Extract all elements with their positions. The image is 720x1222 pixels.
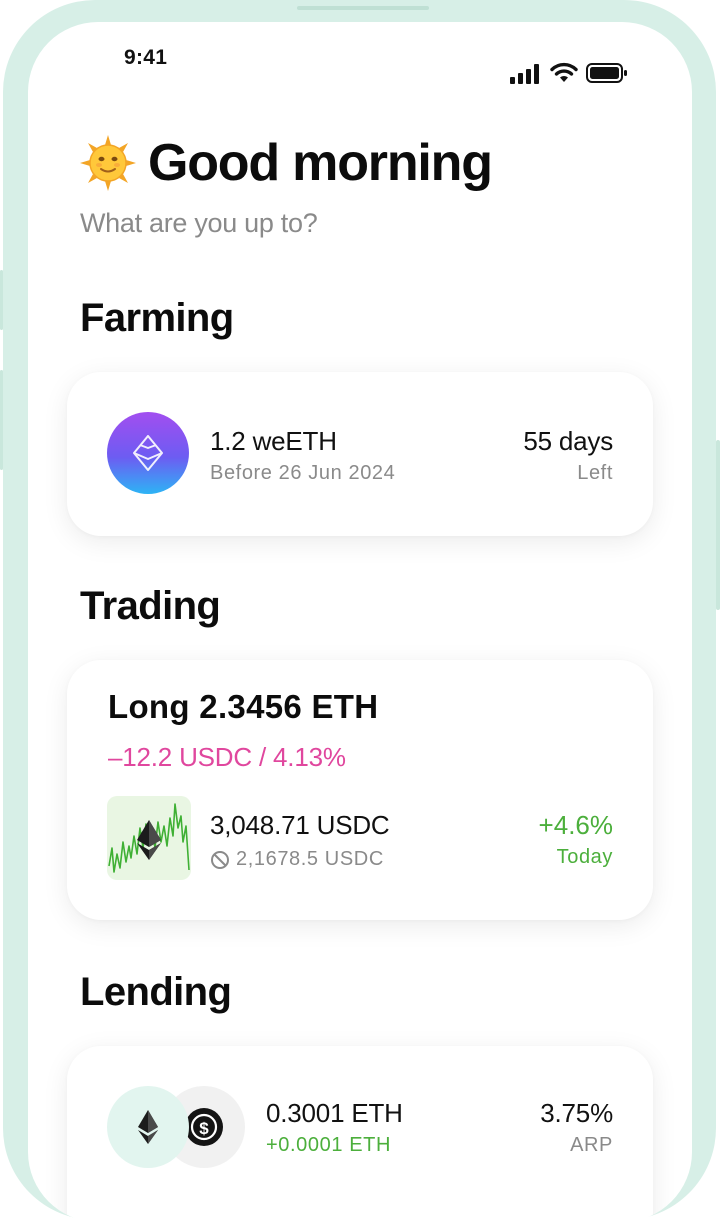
- farming-amount: 1.2 weETH: [210, 426, 337, 456]
- lending-earned: +0.0001 ETH: [266, 1134, 392, 1156]
- wifi-icon: [550, 62, 578, 82]
- greeting-title: Good morning: [148, 134, 493, 192]
- weeth-token-icon: [107, 412, 189, 494]
- lending-rate: 3.75%: [540, 1098, 613, 1128]
- trading-title: Trading: [80, 584, 221, 628]
- trading-change-label: Today: [556, 846, 613, 868]
- status-time: 9:41: [124, 46, 168, 69]
- sun-with-face-icon: [80, 135, 136, 191]
- trading-pnl: –12.2 USDC / 4.13%: [108, 742, 346, 772]
- trading-liquidation: 2,1678.5 USDC: [236, 848, 384, 870]
- farming-card[interactable]: 1.2 weETH Before 26 Jun 2024 55 days Lef…: [67, 372, 653, 536]
- svg-text:$: $: [199, 1119, 209, 1138]
- phone-screen: 9:41 Good morning What are you up to? Fa…: [28, 22, 692, 1222]
- device-speaker: [297, 6, 429, 10]
- trading-card[interactable]: Long 2.3456 ETH –12.2 USDC / 4.13% 3,048…: [67, 660, 653, 920]
- trading-change: +4.6%: [538, 810, 613, 840]
- side-button: [0, 370, 3, 470]
- battery-icon: [586, 63, 627, 83]
- side-button: [0, 270, 3, 330]
- eth-price-sparkline: [107, 796, 191, 880]
- farming-days-label: Left: [577, 462, 613, 484]
- lending-card[interactable]: $ 0.3001 ETH +0.0001 ETH 3.75% ARP: [67, 1046, 653, 1222]
- no-entry-icon: [211, 850, 229, 869]
- eth-icon: [107, 1086, 189, 1168]
- lending-amount: 0.3001 ETH: [266, 1098, 403, 1128]
- lending-title: Lending: [80, 970, 232, 1014]
- greeting-subtitle: What are you up to?: [80, 208, 318, 238]
- farming-date: Before 26 Jun 2024: [210, 462, 396, 484]
- trading-liquidation-row: 2,1678.5 USDC: [210, 848, 384, 871]
- trading-price: 3,048.71 USDC: [210, 810, 390, 840]
- side-button: [716, 440, 720, 610]
- greeting-row: Good morning: [80, 128, 493, 198]
- trading-position: Long 2.3456 ETH: [108, 688, 379, 725]
- signal-icon: [510, 64, 539, 84]
- lending-rate-label: ARP: [570, 1134, 613, 1156]
- farming-title: Farming: [80, 296, 234, 340]
- farming-days: 55 days: [523, 426, 613, 456]
